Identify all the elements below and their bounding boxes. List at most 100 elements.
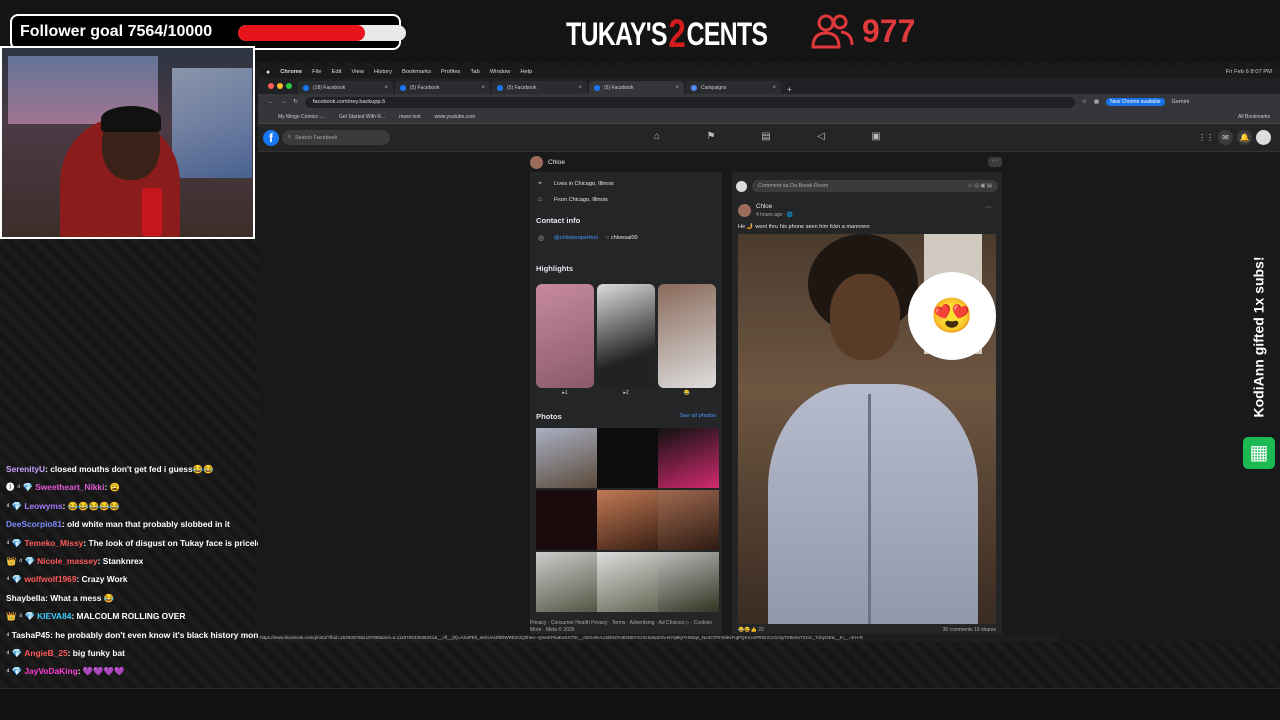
close-tab-icon[interactable]: × <box>481 85 485 91</box>
chat-username[interactable]: wolfwolf1969 <box>24 574 76 584</box>
menu-item-edit[interactable]: Edit <box>331 69 341 75</box>
post-video[interactable]: 😍 <box>738 234 996 624</box>
highlights-next-icon[interactable]: › <box>714 328 717 337</box>
photo-thumb-1[interactable] <box>536 428 597 488</box>
all-bookmarks-button[interactable]: All Bookmarks <box>1238 114 1270 120</box>
photo-thumb-6[interactable] <box>658 490 719 550</box>
chat-username[interactable]: Leowyms <box>24 501 62 511</box>
browser-tab[interactable]: (5) Facebook × <box>395 81 490 94</box>
chat-username[interactable]: JayVoDaKing <box>24 666 77 676</box>
url-field[interactable]: facebook.com/ney.backupp.5 <box>304 96 1075 108</box>
post-time[interactable]: 4 hours ago · 🌐 <box>756 212 793 218</box>
account-avatar[interactable] <box>1256 130 1271 145</box>
reload-icon[interactable]: ↻ <box>293 99 298 105</box>
post-more-icon[interactable]: ··· <box>985 204 992 211</box>
reaction-icons[interactable]: 😂😆👍 20 <box>738 627 764 633</box>
profile-avatar[interactable] <box>530 155 543 169</box>
more-options-icon[interactable]: ··· <box>988 157 1002 167</box>
chat-username[interactable]: Nicole_massey <box>37 556 98 566</box>
menu-item-window[interactable]: Window <box>490 69 511 75</box>
photo-thumb-3[interactable] <box>658 428 719 488</box>
browser-tab[interactable]: (18) Facebook × <box>298 81 393 94</box>
chat-username[interactable]: KIEVA84 <box>37 611 71 621</box>
marketplace-icon[interactable]: ▤ <box>760 131 772 143</box>
heart-eyes-emoji: 😍 <box>908 272 996 360</box>
forward-icon[interactable]: → <box>281 99 287 105</box>
comment-tools-icon[interactable]: ☺ ◎ ▣ ▤ <box>967 183 992 189</box>
close-tab-icon[interactable]: × <box>772 85 776 91</box>
see-all-photos-link[interactable]: See all photos <box>679 413 716 419</box>
close-tab-icon[interactable]: × <box>675 85 679 91</box>
close-window-icon[interactable] <box>268 83 274 89</box>
chat-feed: SerenityU: closed mouths don't get fed i… <box>6 460 294 681</box>
comment-input[interactable]: Comment as Da Break Room ☺ ◎ ▣ ▤ <box>752 180 998 192</box>
chat-username[interactable]: Shaybella <box>6 593 45 603</box>
notifications-icon[interactable]: 🔔 <box>1237 130 1252 145</box>
maximize-window-icon[interactable] <box>286 83 292 89</box>
post-author-avatar[interactable] <box>738 204 751 217</box>
photo-thumb-8[interactable] <box>597 552 658 612</box>
new-tab-icon[interactable]: + <box>783 85 796 94</box>
ads-megaphone-icon[interactable]: ◁ <box>815 131 827 143</box>
menu-item-profiles[interactable]: Profiles <box>441 69 460 75</box>
bookmark-item[interactable]: Get Started With R... <box>339 114 385 120</box>
browser-tab[interactable]: (5) Facebook × <box>589 81 684 94</box>
shares-count[interactable]: 19 shares <box>974 627 996 633</box>
pages-flag-icon[interactable]: ⚑ <box>705 131 717 143</box>
link-status-url: https://www.facebook.com/photo/?fbid=153… <box>258 634 1058 642</box>
chat-username[interactable]: AngieB_25 <box>24 648 67 658</box>
menu-item-view[interactable]: View <box>351 69 363 75</box>
profile-name[interactable]: Chloe <box>548 159 565 166</box>
chat-username[interactable]: SerenityU <box>6 464 45 474</box>
photo-thumb-5[interactable] <box>597 490 658 550</box>
bookmark-item[interactable]: mass text <box>399 114 420 120</box>
close-tab-icon[interactable]: × <box>578 85 582 91</box>
chat-badges: ⁴ <box>6 629 10 640</box>
facebook-logo-icon[interactable]: f <box>263 130 279 146</box>
browser-tab[interactable]: Campaigns × <box>686 81 781 94</box>
instagram-icon: ◎ <box>538 235 545 242</box>
home-small-icon: ⌂ <box>538 196 543 203</box>
facebook-search-input[interactable]: ⌕ Search Facebook <box>282 130 390 145</box>
menu-item-tab[interactable]: Tab <box>470 69 479 75</box>
close-tab-icon[interactable]: × <box>384 85 388 91</box>
back-icon[interactable]: ← <box>268 99 274 105</box>
app-name: Chrome <box>280 69 303 75</box>
highlight-3[interactable] <box>658 284 716 388</box>
viewers-icon <box>811 14 854 49</box>
chat-username[interactable]: TashaP45 <box>12 630 50 640</box>
menu-grid-icon[interactable]: ⋮⋮ <box>1198 130 1214 145</box>
gemini-button[interactable]: Gemini <box>1172 99 1190 105</box>
messenger-icon[interactable]: ✉ <box>1218 130 1233 145</box>
chat-username[interactable]: Temeko_Missy <box>24 538 83 548</box>
home-icon[interactable]: ⌂ <box>651 131 663 143</box>
bookmark-star-icon[interactable]: ☆ <box>1082 99 1087 105</box>
chrome-update-button[interactable]: New Chrome available <box>1106 98 1165 106</box>
bookmark-item[interactable]: www.youtube.com <box>435 114 476 120</box>
chat-username[interactable]: DeeScorpio81 <box>6 519 62 529</box>
post-author[interactable]: Chloe <box>756 203 772 210</box>
window-controls[interactable] <box>262 78 298 94</box>
browser-tab[interactable]: (5) Facebook × <box>492 81 587 94</box>
bookmark-item[interactable]: My Mingo Comics -... <box>278 114 325 120</box>
facebook-footer[interactable]: Privacy · Consumer Health Privacy · Term… <box>530 620 722 634</box>
events-icon[interactable]: ▣ <box>870 131 882 143</box>
search-icon: ⌕ <box>288 134 292 140</box>
extensions-icon[interactable]: ▦ <box>1094 99 1099 105</box>
chat-username[interactable]: Sweetheart_Nikki <box>35 482 104 492</box>
menu-item-bookmarks[interactable]: Bookmarks <box>402 69 431 75</box>
menu-item-file[interactable]: File <box>312 69 321 75</box>
photo-thumb-4[interactable] <box>536 490 597 550</box>
highlight-1[interactable] <box>536 284 594 388</box>
photo-thumb-9[interactable] <box>658 552 719 612</box>
comments-count[interactable]: 30 comments <box>943 627 973 633</box>
photo-thumb-7[interactable] <box>536 552 597 612</box>
minimize-window-icon[interactable] <box>277 83 283 89</box>
viewer-counter: 977 <box>810 12 915 50</box>
contact-handle[interactable]: @chloetooperfect <box>554 235 598 241</box>
photo-thumb-2[interactable] <box>597 428 658 488</box>
menu-item-help[interactable]: Help <box>520 69 532 75</box>
menu-item-history[interactable]: History <box>374 69 392 75</box>
highlight-2[interactable] <box>597 284 655 388</box>
facebook-nav: f ⌕ Search Facebook ⌂ ⚑ ▤ ◁ ▣ ⋮⋮ ✉ 🔔 <box>258 124 1280 152</box>
